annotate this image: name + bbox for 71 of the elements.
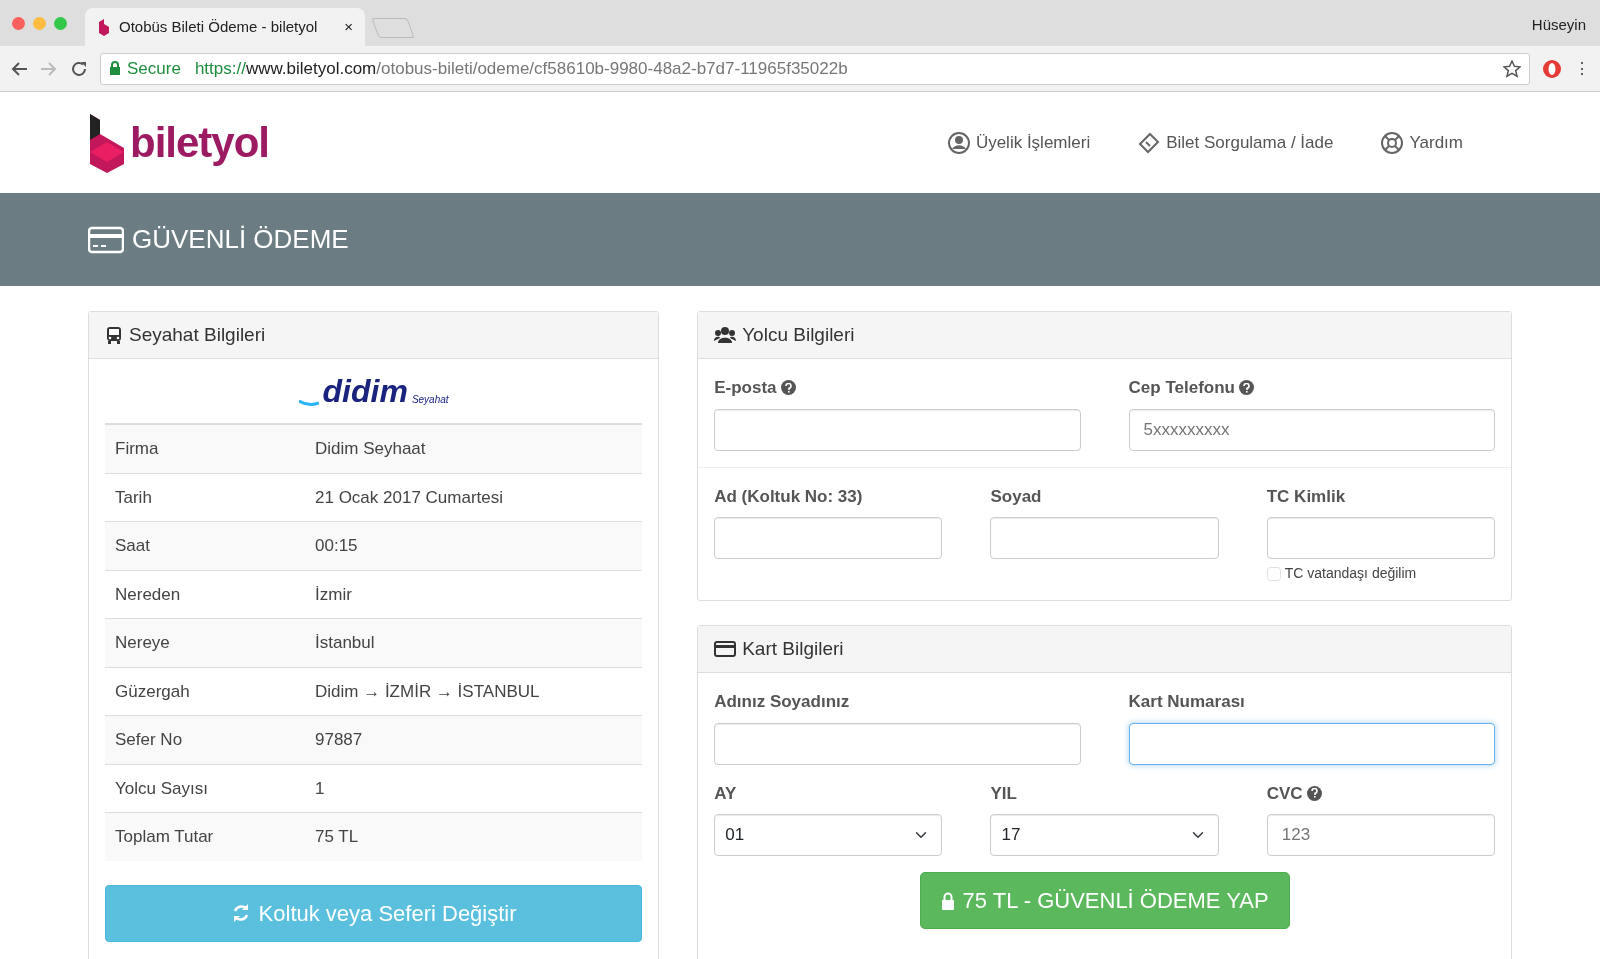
field-label: Sefer No	[105, 715, 305, 764]
field-label: Soyad	[990, 485, 1042, 508]
browser-tab[interactable]: Otobüs Bileti Ödeme - biletyol ×	[85, 8, 365, 46]
input-field[interactable]	[714, 722, 1081, 765]
field-value: İstanbul	[305, 618, 643, 667]
extension-icon[interactable]	[1542, 58, 1562, 79]
panel-title: Seyahat Bilgileri	[129, 322, 266, 347]
logo-icon	[88, 111, 126, 174]
secure-label: Secure	[127, 57, 181, 80]
field-value: 97887	[305, 715, 643, 764]
field-label: Nereye	[105, 618, 305, 667]
field-label: YIL	[990, 782, 1017, 805]
input-field[interactable]	[990, 517, 1219, 559]
field-label: TC Kimlik	[1266, 485, 1346, 508]
profile-name[interactable]: Hüseyin	[1531, 14, 1586, 37]
panel-title: Yolcu Bilgileri	[742, 322, 855, 347]
credit-card-icon	[714, 640, 737, 658]
field-label: Toplam Tutar	[105, 812, 305, 861]
users-icon	[714, 326, 737, 344]
user-icon	[947, 131, 970, 154]
field-label: CVC	[1266, 782, 1303, 805]
minimize-window-button[interactable]	[33, 16, 46, 30]
close-window-button[interactable]	[12, 16, 25, 30]
address-bar[interactable]: Secure https://www.biletyol.com/otobus-bileti/odeme/cf58610b-9980-48a2-b7d7-11965f35022b	[100, 52, 1530, 85]
select-field[interactable]: 17	[990, 814, 1219, 856]
input-field[interactable]: 5xxxxxxxxx	[1128, 408, 1495, 451]
input-field[interactable]	[714, 517, 943, 559]
lock-icon	[940, 891, 955, 910]
url-text: https://www.biletyol.com/otobus-bileti/odeme/cf58610b-9980-48a2-b7d7-11965f35022b	[194, 57, 848, 80]
checkbox[interactable]	[1266, 566, 1281, 581]
panel-title: Kart Bilgileri	[742, 636, 844, 661]
select-field[interactable]: 01	[714, 814, 943, 856]
maximize-window-button[interactable]	[54, 16, 67, 30]
input-field[interactable]: 123	[1266, 814, 1495, 856]
field-label: Ad (Koltuk No: 33)	[714, 485, 863, 508]
menu-button[interactable]: ⋮	[1574, 56, 1590, 81]
logo-text[interactable]: biletyol	[130, 111, 270, 174]
input-field[interactable]	[1266, 517, 1495, 559]
lock-icon	[109, 61, 121, 76]
nav-link[interactable]: Bilet Sorgulama / İade	[1138, 129, 1334, 156]
nav-link[interactable]: Yardım	[1381, 129, 1463, 156]
field-value: 00:15	[305, 521, 643, 570]
credit-card-icon	[88, 224, 124, 255]
bookmark-star-icon[interactable]	[1503, 59, 1521, 78]
swoosh-icon	[298, 397, 319, 407]
field-label: AY	[714, 782, 737, 805]
company-logo-subtext: Seyahat	[411, 393, 449, 407]
field-value: Didim Seyhaat	[305, 424, 643, 473]
field-label: Adınız Soyadınız	[714, 691, 850, 713]
page-title: GÜVENLİ ÖDEME	[132, 223, 349, 256]
favicon-icon	[97, 18, 111, 36]
checkbox-label: TC vatandaşı değilim	[1284, 564, 1417, 583]
company-logo-text: didim	[322, 375, 408, 407]
tab-title: Otobüs Bileti Ödeme - biletyol	[119, 16, 319, 37]
input-field[interactable]	[1128, 722, 1495, 765]
tab-close-button[interactable]: ×	[344, 15, 353, 39]
bus-icon	[105, 326, 123, 344]
input-field[interactable]	[714, 408, 1081, 451]
field-label: Saat	[105, 521, 305, 570]
field-value: 75 TL	[305, 812, 643, 861]
field-label: Firma	[105, 424, 305, 473]
new-tab-button[interactable]	[371, 18, 415, 38]
lifebuoy-icon	[1381, 131, 1404, 154]
ticket-icon	[1138, 131, 1161, 154]
nav-link[interactable]: Üyelik İşlemleri	[947, 129, 1091, 156]
forward-icon[interactable]	[40, 60, 58, 77]
back-icon[interactable]	[10, 60, 28, 77]
field-label: Cep Telefonu	[1128, 377, 1235, 399]
field-label: Kart Numarası	[1128, 691, 1245, 713]
reload-icon[interactable]	[70, 59, 88, 78]
field-label: E-posta	[714, 377, 777, 399]
